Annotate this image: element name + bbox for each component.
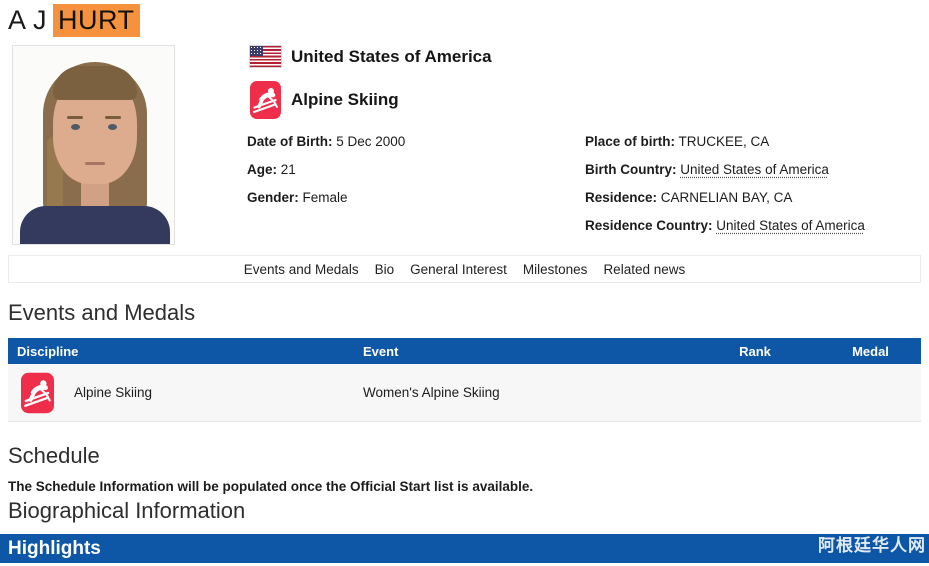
profile-tabbar: Events and Medals Bio General Interest M… (8, 255, 921, 283)
page-title: A JHURT (8, 5, 140, 36)
header-rank: Rank (690, 344, 820, 359)
discipline-name: Alpine Skiing (74, 385, 152, 400)
avatar-eye (108, 124, 117, 130)
site-watermark: 阿根廷华人网 (818, 531, 926, 556)
details-right-column: Place of birth: TRUCKEE, CA Birth Countr… (585, 131, 925, 243)
avatar-eyebrow (105, 116, 121, 119)
detail-birth-country: Birth Country: United States of America (585, 159, 925, 187)
athlete-name-search-highlight: HURT (53, 4, 140, 37)
sport-row: Alpine Skiing (250, 81, 399, 119)
athlete-profile-page: A JHURT United States of America (0, 0, 929, 566)
detail-place-of-birth: Place of birth: TRUCKEE, CA (585, 131, 925, 159)
sport-name: Alpine Skiing (291, 90, 399, 110)
detail-residence: Residence: CARNELIAN BAY, CA (585, 187, 925, 215)
alpine-skiing-icon (21, 371, 54, 415)
events-table: Discipline Event Rank Medal (8, 338, 921, 422)
country-name: United States of America (291, 47, 492, 67)
usa-flag-icon (250, 46, 281, 67)
avatar-shirt (20, 206, 170, 245)
avatar-eye (71, 124, 80, 130)
country-row: United States of America (250, 46, 492, 67)
cell-event: Women's Alpine Skiing (363, 385, 690, 400)
table-row[interactable]: Alpine Skiing Women's Alpine Skiing (8, 364, 921, 422)
details-left-column: Date of Birth: 5 Dec 2000 Age: 21 Gender… (247, 131, 567, 215)
avatar-hairline (53, 66, 137, 100)
highlights-heading: Highlights (8, 538, 101, 560)
detail-date-of-birth: Date of Birth: 5 Dec 2000 (247, 131, 567, 159)
header-medal: Medal (820, 344, 921, 359)
detail-residence-country: Residence Country: United States of Amer… (585, 215, 925, 243)
detail-gender: Gender: Female (247, 187, 567, 215)
header-event: Event (363, 344, 690, 359)
athlete-name: A J (8, 5, 47, 35)
schedule-message: The Schedule Information will be populat… (8, 479, 533, 494)
tab-related-news[interactable]: Related news (603, 262, 685, 277)
tab-general-interest[interactable]: General Interest (410, 262, 507, 277)
highlights-section-bar: Highlights (0, 534, 929, 563)
avatar-mouth (85, 162, 105, 165)
detail-age: Age: 21 (247, 159, 567, 187)
schedule-heading: Schedule (8, 443, 100, 469)
alpine-skiing-icon (250, 81, 281, 119)
tab-milestones[interactable]: Milestones (523, 262, 588, 277)
biographical-information-heading: Biographical Information (8, 498, 245, 524)
cell-discipline: Alpine Skiing (8, 371, 363, 415)
events-and-medals-heading: Events and Medals (8, 300, 195, 326)
header-discipline: Discipline (8, 344, 363, 359)
tab-bio[interactable]: Bio (375, 262, 395, 277)
avatar-eyebrow (67, 116, 83, 119)
events-table-header: Discipline Event Rank Medal (8, 338, 921, 364)
athlete-photo (12, 45, 175, 245)
tab-events-and-medals[interactable]: Events and Medals (244, 262, 359, 277)
